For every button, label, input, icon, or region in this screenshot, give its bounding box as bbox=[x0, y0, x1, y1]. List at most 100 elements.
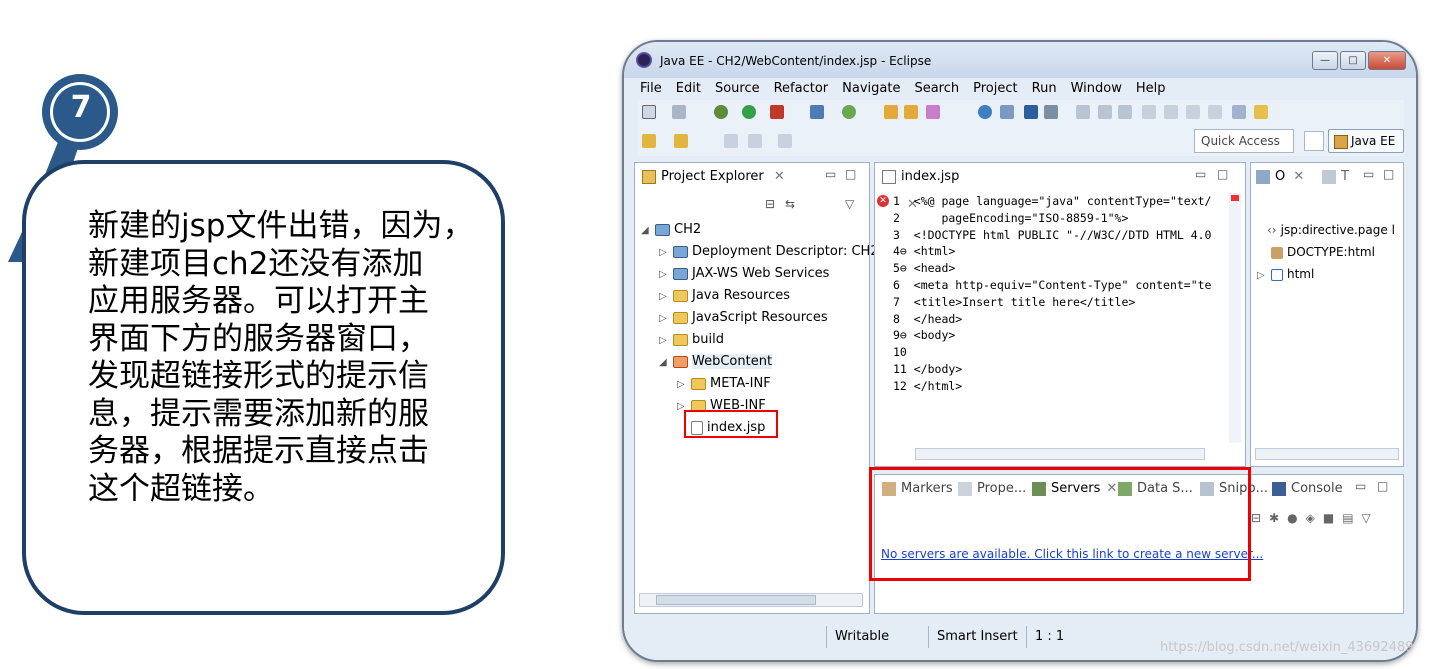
annotation-icon[interactable] bbox=[1254, 105, 1268, 119]
forward-icon[interactable] bbox=[778, 134, 792, 148]
minimize-button[interactable]: — bbox=[1312, 51, 1338, 70]
open-folder-icon[interactable] bbox=[884, 105, 898, 119]
quick-access-input[interactable]: Quick Access bbox=[1194, 129, 1294, 153]
menu-search[interactable]: Search bbox=[907, 78, 966, 100]
prev-annotation-icon[interactable] bbox=[674, 134, 688, 148]
horizontal-scrollbar[interactable] bbox=[639, 593, 863, 607]
error-marker-icon[interactable]: ✕ bbox=[877, 195, 889, 207]
expand-arrow-icon[interactable]: ◢ bbox=[659, 352, 673, 374]
publish-icon[interactable]: ▤ bbox=[1342, 511, 1353, 525]
horizontal-scrollbar[interactable] bbox=[1255, 448, 1399, 460]
maximize-view-icon[interactable]: □ bbox=[1377, 479, 1388, 493]
close-button[interactable]: ✕ bbox=[1368, 51, 1406, 70]
console-tool-icon[interactable] bbox=[1024, 105, 1038, 119]
pen-icon[interactable] bbox=[926, 105, 940, 119]
scrollbar-thumb[interactable] bbox=[656, 595, 816, 605]
close-tab-icon[interactable]: ✕ bbox=[1293, 169, 1304, 184]
step-over-icon[interactable] bbox=[1164, 105, 1178, 119]
expand-arrow-icon[interactable]: ▷ bbox=[659, 308, 673, 330]
minimize-view-icon[interactable]: ▭ bbox=[1355, 479, 1366, 493]
view-menu-icon[interactable]: ▽ bbox=[1362, 511, 1371, 525]
menu-help[interactable]: Help bbox=[1129, 78, 1173, 100]
run-icon[interactable] bbox=[742, 105, 756, 119]
open-type-icon[interactable] bbox=[904, 105, 918, 119]
perspective-java-ee-button[interactable]: Java EE bbox=[1328, 129, 1404, 153]
maximize-view-icon[interactable]: □ bbox=[1383, 167, 1394, 181]
drop-frame-icon[interactable] bbox=[1208, 105, 1222, 119]
tree-item-ch2[interactable]: ◢ CH2 bbox=[641, 219, 701, 241]
console-tab[interactable]: Console bbox=[1269, 475, 1343, 503]
debug-server-icon[interactable]: ✱ bbox=[1269, 511, 1279, 525]
vertical-scrollbar[interactable] bbox=[1229, 193, 1241, 443]
step-into-icon[interactable] bbox=[1142, 105, 1156, 119]
expand-arrow-icon[interactable]: ▷ bbox=[659, 264, 673, 286]
expand-arrow-icon[interactable]: ▷ bbox=[659, 286, 673, 308]
menu-run[interactable]: Run bbox=[1025, 78, 1064, 100]
outline-item-doctype[interactable]: DOCTYPE:html bbox=[1271, 241, 1375, 263]
new-icon[interactable] bbox=[642, 105, 656, 119]
menu-project[interactable]: Project bbox=[966, 78, 1024, 100]
outline-item-directive[interactable]: ‹› jsp:directive.page l bbox=[1267, 219, 1395, 241]
menu-navigate[interactable]: Navigate bbox=[835, 78, 907, 100]
project-explorer-tab[interactable]: Project Explorer ✕ bbox=[639, 163, 789, 191]
expand-arrow-icon[interactable]: ▷ bbox=[1257, 265, 1271, 287]
outline-tab[interactable]: O ✕ bbox=[1253, 163, 1313, 191]
debug-icon[interactable] bbox=[714, 105, 728, 119]
skip-breakpoints-icon[interactable] bbox=[1044, 105, 1058, 119]
outline-item-html[interactable]: ▷ html bbox=[1257, 263, 1314, 285]
tree-item-java-resources[interactable]: ▷ Java Resources bbox=[659, 285, 790, 307]
horizontal-scrollbar[interactable] bbox=[915, 448, 1205, 460]
tree-item-webcontent[interactable]: ◢ WebContent bbox=[659, 351, 773, 374]
tree-item-meta-inf[interactable]: ▷ META-INF bbox=[677, 373, 771, 395]
expand-arrow-icon[interactable]: ▷ bbox=[677, 374, 691, 396]
jsp-file-icon bbox=[882, 170, 896, 184]
external-tools-icon[interactable] bbox=[770, 105, 784, 119]
link-editor-icon[interactable]: ⇆ bbox=[785, 197, 795, 211]
new-class-icon[interactable] bbox=[842, 105, 856, 119]
next-annotation-icon[interactable] bbox=[642, 134, 656, 148]
collapse-all-icon[interactable]: ⊟ bbox=[765, 197, 775, 211]
minimize-view-icon[interactable]: ▭ bbox=[1363, 167, 1374, 181]
tree-item-build[interactable]: ▷ build bbox=[659, 329, 724, 351]
tree-item-deployment-descriptor[interactable]: ▷ Deployment Descriptor: CH2 bbox=[659, 241, 879, 263]
expand-arrow-icon[interactable]: ▷ bbox=[659, 242, 673, 264]
html-element-icon bbox=[1271, 268, 1283, 281]
back-history-icon[interactable] bbox=[748, 134, 762, 148]
start-server-icon[interactable]: ● bbox=[1287, 511, 1297, 525]
menu-file[interactable]: File bbox=[638, 78, 669, 100]
save-icon[interactable] bbox=[672, 105, 686, 119]
close-tab-icon[interactable]: ✕ bbox=[774, 169, 785, 184]
tree-item-jax-ws[interactable]: ▷ JAX-WS Web Services bbox=[659, 263, 829, 285]
view-menu-icon[interactable]: ▽ bbox=[845, 197, 854, 211]
maximize-view-icon[interactable]: □ bbox=[1217, 167, 1228, 181]
search-tool-icon[interactable] bbox=[1000, 105, 1014, 119]
maximize-button[interactable]: □ bbox=[1340, 51, 1366, 70]
terminate-icon[interactable] bbox=[1118, 105, 1132, 119]
minimize-view-icon[interactable]: ▭ bbox=[825, 167, 836, 181]
open-perspective-icon[interactable] bbox=[1304, 131, 1324, 151]
use-step-filters-icon[interactable] bbox=[1232, 105, 1246, 119]
menu-edit[interactable]: Edit bbox=[669, 78, 708, 100]
new-server-icon[interactable] bbox=[810, 105, 824, 119]
task-list-tab[interactable]: T bbox=[1319, 163, 1359, 191]
collapse-icon[interactable]: ⊟ bbox=[1251, 511, 1261, 525]
globe-icon[interactable] bbox=[978, 105, 992, 119]
maximize-view-icon[interactable]: □ bbox=[845, 167, 856, 181]
title-bar[interactable]: Java EE - CH2/WebContent/index.jsp - Ecl… bbox=[624, 42, 1416, 78]
menu-window[interactable]: Window bbox=[1064, 78, 1129, 100]
menu-source[interactable]: Source bbox=[708, 78, 767, 100]
stop-server-icon[interactable]: ■ bbox=[1323, 511, 1334, 525]
suspend-icon[interactable] bbox=[1098, 105, 1112, 119]
back-icon[interactable] bbox=[724, 134, 738, 148]
step-return-icon[interactable] bbox=[1186, 105, 1200, 119]
code-area[interactable]: 1 <%@ page language="java" contentType="… bbox=[889, 193, 1229, 443]
minimize-view-icon[interactable]: ▭ bbox=[1195, 167, 1206, 181]
resume-icon[interactable] bbox=[1076, 105, 1090, 119]
menu-refactor[interactable]: Refactor bbox=[767, 78, 836, 100]
code-line: 5⊖ <head> bbox=[893, 261, 956, 276]
expand-arrow-icon[interactable]: ◢ bbox=[641, 220, 655, 242]
expand-arrow-icon[interactable]: ▷ bbox=[659, 330, 673, 352]
editor-tab-index-jsp[interactable]: index.jsp ✕ bbox=[879, 163, 979, 212]
profile-server-icon[interactable]: ◈ bbox=[1306, 511, 1315, 525]
tree-item-javascript-resources[interactable]: ▷ JavaScript Resources bbox=[659, 307, 828, 329]
